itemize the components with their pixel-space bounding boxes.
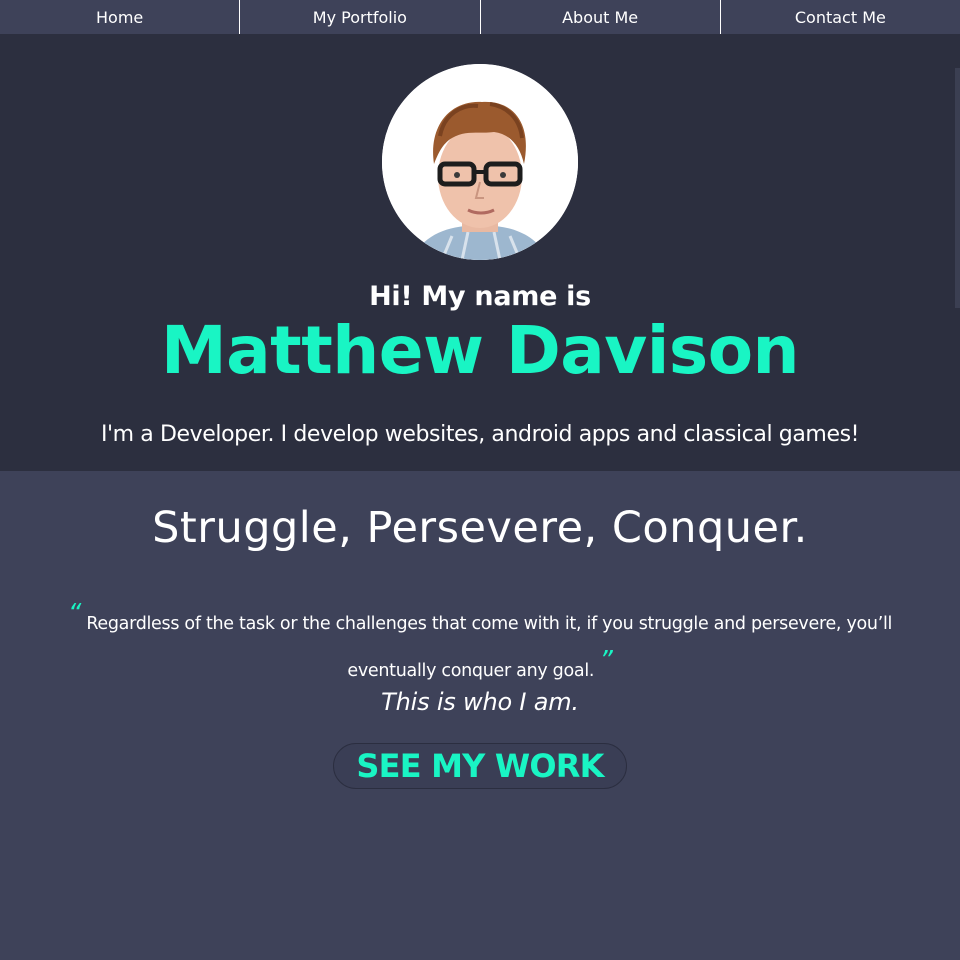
quote-text: Regardless of the task or the challenges… [86, 614, 893, 681]
top-navigation: Home My Portfolio About Me Contact Me [0, 0, 960, 34]
nav-my-portfolio[interactable]: My Portfolio [240, 0, 481, 34]
see-my-work-button[interactable]: SEE MY WORK [333, 743, 627, 789]
owner-name: Matthew Davison [160, 312, 800, 389]
identity-statement: This is who I am. [381, 688, 579, 716]
nav-contact-me[interactable]: Contact Me [721, 0, 960, 34]
tagline: I'm a Developer. I develop websites, and… [100, 422, 860, 447]
hero-section: Hi! My name is Matthew Davison I'm a Dev… [0, 34, 960, 471]
open-quote-icon: “ [67, 599, 82, 629]
scrollbar-thumb[interactable] [955, 68, 960, 308]
profile-photo [382, 64, 578, 260]
close-quote-icon: ” [599, 646, 613, 676]
nav-about-me[interactable]: About Me [481, 0, 721, 34]
nav-home[interactable]: Home [0, 0, 241, 34]
quote-block: “ Regardless of the task or the challeng… [40, 596, 920, 690]
motto-heading: Struggle, Persevere, Conquer. [152, 503, 808, 553]
greeting-text: Hi! My name is [369, 281, 591, 312]
